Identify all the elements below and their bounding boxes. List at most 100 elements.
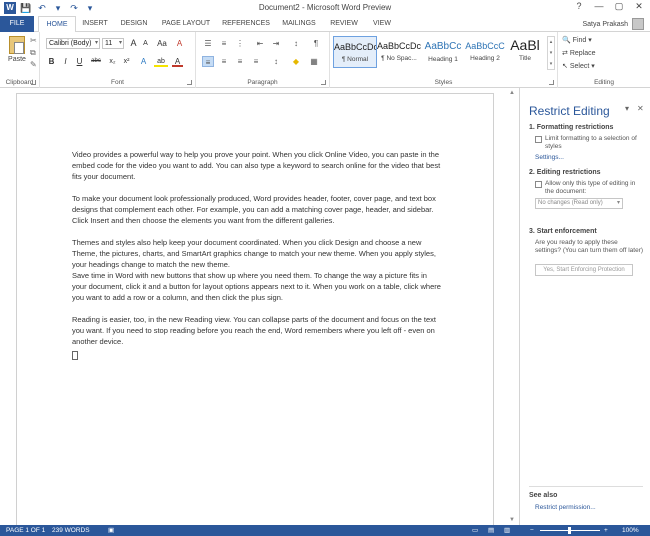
styles-gallery: AaBbCcDc ¶ Normal AaBbCcDc ¶ No Spac... … xyxy=(333,36,545,72)
font-group: Calibri (Body) 11 A A Aa A B I U abc x₂ … xyxy=(40,32,196,88)
superscript-button[interactable]: x² xyxy=(120,56,133,67)
limit-formatting-checkbox[interactable] xyxy=(535,136,542,143)
replace-button[interactable]: ⇄ Replace xyxy=(562,49,596,57)
bold-button[interactable]: B xyxy=(46,56,57,67)
editing-group-label: Editing xyxy=(594,79,614,86)
styles-gallery-scroll[interactable]: ▴ ▾ ▾ xyxy=(547,36,555,70)
underline-button[interactable]: U xyxy=(74,56,85,67)
style-heading-2[interactable]: AaBbCcC Heading 2 xyxy=(463,36,507,68)
document-paragraph[interactable]: Video provides a powerful way to help yo… xyxy=(72,149,442,182)
increase-indent-button[interactable]: ⇥ xyxy=(270,38,282,49)
zoom-level[interactable]: 100% xyxy=(622,525,639,536)
zoom-slider-handle[interactable] xyxy=(568,527,571,534)
format-painter-icon[interactable]: ✎ xyxy=(30,60,37,69)
paragraph-group-label: Paragraph xyxy=(247,79,278,86)
ribbon-tabs: FILE HOME INSERT DESIGN PAGE LAYOUT REFE… xyxy=(0,16,650,33)
allow-editing-checkbox[interactable] xyxy=(535,181,542,188)
clear-formatting-button[interactable]: A xyxy=(174,38,185,49)
proofing-icon[interactable]: ▣ xyxy=(108,525,114,536)
sort-button[interactable]: ↕ xyxy=(290,38,302,49)
cut-icon[interactable]: ✂ xyxy=(30,36,37,45)
style-normal[interactable]: AaBbCcDc ¶ Normal xyxy=(333,36,377,68)
numbering-button[interactable]: ≡ xyxy=(218,38,230,49)
print-layout-icon[interactable]: ▤ xyxy=(488,525,494,536)
subscript-button[interactable]: x₂ xyxy=(106,56,119,67)
tab-mailings[interactable]: MAILINGS xyxy=(278,16,320,32)
paste-button[interactable]: Paste xyxy=(6,36,28,63)
tab-file[interactable]: FILE xyxy=(0,16,34,32)
justify-button[interactable]: ≡ xyxy=(250,56,262,67)
start-enforcing-button[interactable]: Yes, Start Enforcing Protection xyxy=(535,264,633,276)
style-no-spacing[interactable]: AaBbCcDc ¶ No Spac... xyxy=(377,36,421,68)
empty-paragraph-marker[interactable] xyxy=(72,351,78,360)
tab-review[interactable]: REVIEW xyxy=(326,16,362,32)
tab-references[interactable]: REFERENCES xyxy=(220,16,272,32)
styles-launcher-icon[interactable] xyxy=(549,80,554,85)
font-color-button[interactable]: A xyxy=(172,56,183,67)
align-center-button[interactable]: ≡ xyxy=(218,56,230,67)
read-mode-icon[interactable]: ▭ xyxy=(472,525,478,536)
shrink-font-button[interactable]: A xyxy=(140,38,151,49)
change-case-button[interactable]: Aa xyxy=(154,38,170,49)
zoom-in-button[interactable]: + xyxy=(604,525,608,536)
shading-button[interactable]: ◆ xyxy=(290,56,302,67)
paragraph-launcher-icon[interactable] xyxy=(321,80,326,85)
font-size-select[interactable]: 11 xyxy=(102,38,124,49)
pane-close-icon[interactable]: ✕ xyxy=(637,104,644,113)
maximize-button[interactable]: ▢ xyxy=(612,1,626,12)
text-effects-button[interactable]: A xyxy=(138,56,149,67)
user-account[interactable]: Satya Prakash xyxy=(582,18,644,30)
window-controls: ? — ▢ ✕ xyxy=(572,1,646,12)
minimize-button[interactable]: — xyxy=(592,1,606,12)
vertical-scrollbar[interactable]: ▲ ▼ xyxy=(507,88,519,525)
styles-group-label: Styles xyxy=(434,79,453,86)
avatar[interactable] xyxy=(632,18,644,30)
web-layout-icon[interactable]: ▥ xyxy=(504,525,510,536)
restrict-permission-link[interactable]: Restrict permission... xyxy=(535,504,596,511)
document-paragraph[interactable]: To make your document look professionall… xyxy=(72,193,442,226)
bullets-button[interactable]: ☰ xyxy=(202,38,214,49)
grow-font-button[interactable]: A xyxy=(128,38,139,49)
pane-options-icon[interactable]: ▾ xyxy=(625,104,629,113)
scroll-down-icon[interactable]: ▼ xyxy=(509,517,515,523)
scroll-up-icon[interactable]: ▲ xyxy=(509,90,515,96)
align-left-button[interactable]: ≡ xyxy=(202,56,214,67)
document-paragraph[interactable]: Save time in Word with new buttons that … xyxy=(72,270,442,303)
multilevel-list-button[interactable]: ⋮ xyxy=(234,38,246,49)
settings-link[interactable]: Settings... xyxy=(535,154,564,161)
help-button[interactable]: ? xyxy=(572,1,586,12)
clipboard-launcher-icon[interactable] xyxy=(31,80,36,85)
tab-design[interactable]: DESIGN xyxy=(116,16,152,32)
page-count[interactable]: PAGE 1 OF 1 xyxy=(6,525,45,536)
start-enforcement-text: Are you ready to apply these settings? (… xyxy=(535,239,644,254)
close-button[interactable]: ✕ xyxy=(632,1,646,12)
highlight-button[interactable]: ab xyxy=(154,56,168,67)
find-button[interactable]: 🔍 Find ▾ xyxy=(562,36,592,44)
align-right-button[interactable]: ≡ xyxy=(234,56,246,67)
font-launcher-icon[interactable] xyxy=(187,80,192,85)
document-page[interactable]: Video provides a powerful way to help yo… xyxy=(16,93,494,533)
tab-page-layout[interactable]: PAGE LAYOUT xyxy=(158,16,214,32)
strikethrough-button[interactable]: abc xyxy=(88,56,104,67)
word-count[interactable]: 239 WORDS xyxy=(52,525,90,536)
line-spacing-button[interactable]: ↕ xyxy=(270,56,282,67)
decrease-indent-button[interactable]: ⇤ xyxy=(254,38,266,49)
tab-view[interactable]: VIEW xyxy=(368,16,396,32)
tab-home[interactable]: HOME xyxy=(38,16,76,33)
font-family-select[interactable]: Calibri (Body) xyxy=(46,38,100,49)
select-button[interactable]: ↖ Select ▾ xyxy=(562,62,595,70)
copy-icon[interactable]: ⧉ xyxy=(30,48,36,58)
document-paragraph[interactable]: Themes and styles also help keep your do… xyxy=(72,237,442,270)
editing-type-select[interactable]: No changes (Read only) xyxy=(535,198,623,209)
document-paragraph[interactable]: Reading is easier, too, in the new Readi… xyxy=(72,314,442,347)
italic-button[interactable]: I xyxy=(60,56,71,67)
style-title[interactable]: AaBl Title xyxy=(505,36,545,68)
zoom-out-button[interactable]: − xyxy=(530,525,534,536)
restrict-editing-pane: Restrict Editing ▾ ✕ 1. Formatting restr… xyxy=(521,88,650,525)
style-sample: AaBbCcC xyxy=(465,41,505,51)
tab-insert[interactable]: INSERT xyxy=(78,16,112,32)
show-formatting-button[interactable]: ¶ xyxy=(310,38,322,49)
title-bar: W 💾 ↶ ▾ ↷ ▾ Document2 - Microsoft Word P… xyxy=(0,0,650,16)
borders-button[interactable]: ▦ xyxy=(308,56,320,67)
style-heading-1[interactable]: AaBbCc Heading 1 xyxy=(421,36,465,68)
